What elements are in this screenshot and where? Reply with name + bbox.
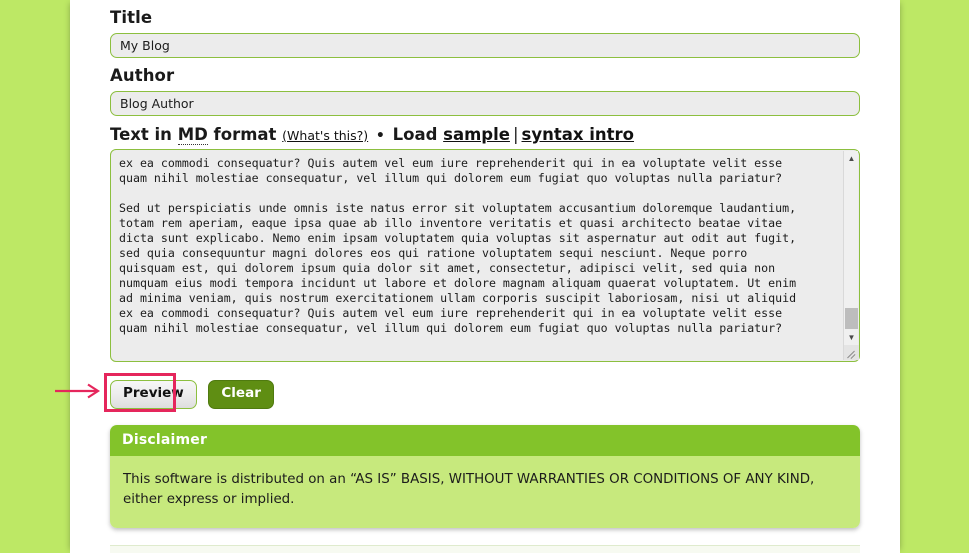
load-sample-link[interactable]: sample: [443, 125, 510, 144]
disclaimer-heading: Disclaimer: [110, 425, 860, 457]
scroll-down-icon[interactable]: ▼: [844, 330, 859, 345]
disclaimer-panel: Disclaimer This software is distributed …: [110, 425, 860, 529]
load-text: Load: [392, 124, 444, 144]
bullet-separator: •: [375, 127, 385, 144]
author-label: Author: [110, 65, 175, 85]
link-separator: |: [512, 124, 519, 144]
button-row: Preview Clear: [55, 362, 860, 418]
content-sheet: Title Author Text in MD format (What's t…: [55, 0, 900, 553]
syntax-intro-link[interactable]: syntax intro: [522, 125, 635, 144]
resize-grip-icon[interactable]: [844, 345, 859, 361]
scroll-up-icon[interactable]: ▲: [844, 151, 859, 166]
clear-button[interactable]: Clear: [208, 380, 274, 409]
page-background: Title Author Text in MD format (What's t…: [0, 0, 969, 553]
scrollbar-thumb[interactable]: [845, 308, 858, 330]
title-input[interactable]: [110, 32, 860, 58]
markdown-textarea[interactable]: [110, 149, 860, 363]
textarea-scrollbar[interactable]: ▲ ▼: [843, 151, 859, 361]
form-container: Title Author Text in MD format (What's t…: [55, 0, 860, 529]
md-suffix-text: format: [207, 124, 283, 144]
whats-this-link[interactable]: (What's this?): [282, 128, 368, 143]
page-bottom-cutoff: [110, 545, 860, 553]
md-abbreviation: MD: [177, 124, 208, 145]
author-input[interactable]: [110, 90, 860, 116]
markdown-label-row: Text in MD format (What's this?) • Load …: [110, 116, 860, 150]
md-prefix-text: Text in: [110, 124, 178, 144]
markdown-textarea-wrap: ▲ ▼: [110, 149, 860, 363]
disclaimer-body-text: This software is distributed on an “AS I…: [110, 456, 860, 529]
annotation-arrow-icon: [55, 383, 101, 399]
title-label: Title: [110, 8, 153, 27]
preview-button[interactable]: Preview: [110, 380, 197, 409]
